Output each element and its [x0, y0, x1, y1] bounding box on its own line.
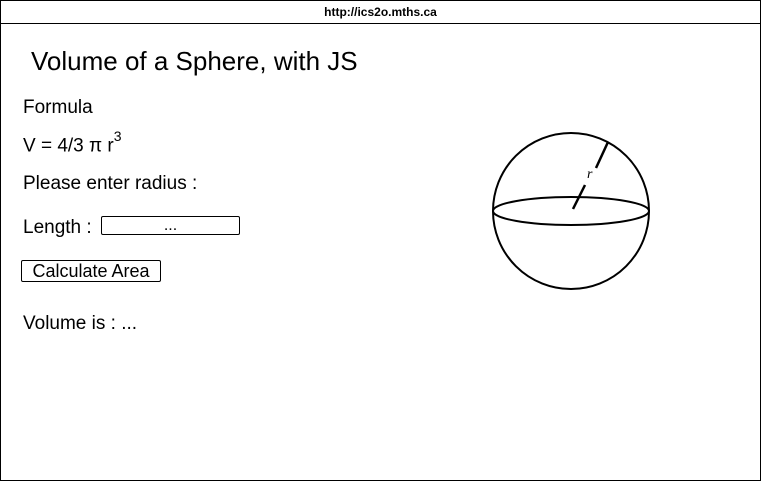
- radius-prompt: Please enter radius :: [23, 173, 198, 194]
- page-title: Volume of a Sphere, with JS: [31, 46, 358, 76]
- length-label: Length :: [23, 217, 92, 238]
- sphere-diagram: r: [492, 132, 650, 290]
- formula-text: V = 4/3 π r: [23, 135, 114, 157]
- browser-window: http://ics2o.mths.ca Volume of a Sphere,…: [0, 0, 761, 481]
- sphere-equator: [492, 196, 650, 226]
- address-bar[interactable]: http://ics2o.mths.ca: [1, 1, 760, 24]
- sphere-outline: [492, 132, 650, 290]
- result: Volume is : ...: [23, 313, 137, 335]
- formula-exponent: 3: [113, 128, 122, 144]
- url-text: http://ics2o.mths.ca: [324, 5, 437, 19]
- formula: V = 4/3 π r3: [23, 128, 122, 157]
- length-input[interactable]: [101, 216, 240, 235]
- calculate-button[interactable]: Calculate Area: [21, 260, 161, 282]
- result-value: ...: [121, 313, 138, 334]
- result-label: Volume is :: [23, 313, 116, 334]
- page-content: Volume of a Sphere, with JS Formula V = …: [1, 24, 760, 480]
- formula-label: Formula: [23, 97, 93, 118]
- radius-label: r: [587, 167, 593, 182]
- radius-line-upper: [594, 141, 610, 169]
